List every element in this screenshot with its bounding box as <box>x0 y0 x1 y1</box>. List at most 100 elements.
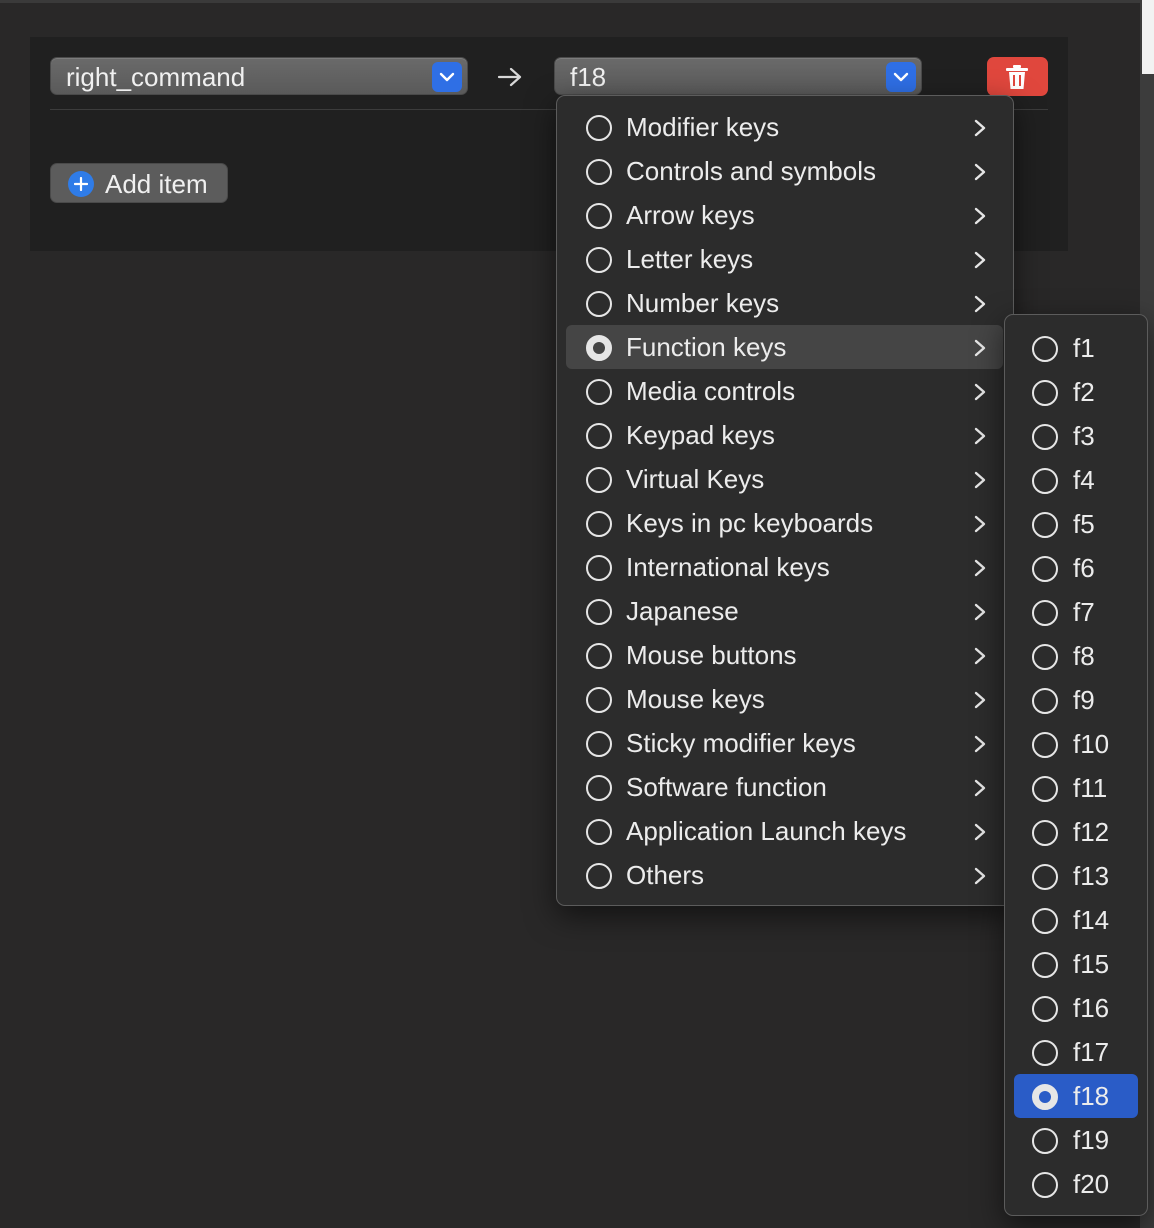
menu-item-letter-keys[interactable]: Letter keys <box>566 237 1003 281</box>
menu-item-mouse-keys[interactable]: Mouse keys <box>566 677 1003 721</box>
menu-item-modifier-keys[interactable]: Modifier keys <box>566 105 1003 149</box>
submenu-item-label: f19 <box>1073 1125 1110 1155</box>
chevron-right-icon <box>974 735 986 753</box>
radio-unchecked-icon <box>1032 996 1058 1022</box>
submenu-item-label: f7 <box>1073 597 1095 627</box>
submenu-item-f4[interactable]: f4 <box>1014 458 1138 502</box>
radio-unchecked-icon <box>586 775 612 801</box>
menu-item-media-controls[interactable]: Media controls <box>566 369 1003 413</box>
radio-unchecked-icon <box>1032 512 1058 538</box>
menu-item-japanese[interactable]: Japanese <box>566 589 1003 633</box>
chevron-right-icon <box>974 339 986 357</box>
submenu-item-label: f10 <box>1073 729 1110 759</box>
menu-item-label: Others <box>626 860 705 890</box>
from-key-value: right_command <box>66 62 246 92</box>
radio-unchecked-icon <box>1032 1040 1058 1066</box>
submenu-item-f15[interactable]: f15 <box>1014 942 1138 986</box>
submenu-item-f17[interactable]: f17 <box>1014 1030 1138 1074</box>
chevron-right-icon <box>974 427 986 445</box>
menu-item-function-keys[interactable]: Function keys <box>566 325 1003 369</box>
menu-item-mouse-buttons[interactable]: Mouse buttons <box>566 633 1003 677</box>
add-item-label: Add item <box>105 169 208 199</box>
menu-item-arrow-keys[interactable]: Arrow keys <box>566 193 1003 237</box>
submenu-item-label: f11 <box>1073 773 1108 803</box>
radio-unchecked-icon <box>586 159 612 185</box>
submenu-item-f11[interactable]: f11 <box>1014 766 1138 810</box>
chevron-right-icon <box>974 603 986 621</box>
submenu-item-label: f5 <box>1073 509 1095 539</box>
menu-item-label: Virtual Keys <box>626 464 765 494</box>
submenu-item-label: f9 <box>1073 685 1095 715</box>
chevron-right-icon <box>974 515 986 533</box>
function-keys-submenu: f1 f2 f3 f4 f5 f6 f7 f8 f9 f10 f11 f12 f13 f14 f15 f16 f… <box>1004 314 1148 1216</box>
radio-checked-icon <box>586 335 612 361</box>
chevron-down-icon <box>432 62 462 92</box>
submenu-item-label: f3 <box>1073 421 1095 451</box>
trash-icon <box>1006 65 1028 89</box>
submenu-item-f9[interactable]: f9 <box>1014 678 1138 722</box>
chevron-right-icon <box>974 471 986 489</box>
radio-unchecked-icon <box>1032 732 1058 758</box>
submenu-item-f3[interactable]: f3 <box>1014 414 1138 458</box>
chevron-right-icon <box>974 867 986 885</box>
submenu-item-f12[interactable]: f12 <box>1014 810 1138 854</box>
submenu-item-f18[interactable]: f18 <box>1014 1074 1138 1118</box>
delete-button[interactable] <box>987 57 1048 96</box>
submenu-item-f2[interactable]: f2 <box>1014 370 1138 414</box>
submenu-item-label: f2 <box>1073 377 1095 407</box>
radio-unchecked-icon <box>1032 1172 1058 1198</box>
menu-item-label: Modifier keys <box>626 112 780 142</box>
submenu-item-f8[interactable]: f8 <box>1014 634 1138 678</box>
submenu-item-f20[interactable]: f20 <box>1014 1162 1138 1206</box>
radio-unchecked-icon <box>586 247 612 273</box>
radio-unchecked-icon <box>586 511 612 537</box>
submenu-item-label: f17 <box>1073 1037 1110 1067</box>
menu-item-software-function[interactable]: Software function <box>566 765 1003 809</box>
submenu-item-f7[interactable]: f7 <box>1014 590 1138 634</box>
radio-unchecked-icon <box>586 203 612 229</box>
menu-item-international-keys[interactable]: International keys <box>566 545 1003 589</box>
submenu-item-f6[interactable]: f6 <box>1014 546 1138 590</box>
submenu-item-label: f20 <box>1073 1169 1110 1199</box>
from-key-popup[interactable]: right_command <box>50 57 468 95</box>
submenu-item-label: f12 <box>1073 817 1110 847</box>
category-menu: Modifier keys Controls and symbols Arrow k… <box>556 95 1014 906</box>
menu-item-label: Arrow keys <box>626 200 755 230</box>
radio-unchecked-icon <box>1032 688 1058 714</box>
plus-circle-icon <box>68 171 94 197</box>
radio-unchecked-icon <box>586 863 612 889</box>
radio-unchecked-icon <box>586 599 612 625</box>
submenu-item-f1[interactable]: f1 <box>1014 326 1138 370</box>
menu-item-keys-in-pc-keyboards[interactable]: Keys in pc keyboards <box>566 501 1003 545</box>
chevron-right-icon <box>974 647 986 665</box>
radio-unchecked-icon <box>1032 380 1058 406</box>
menu-item-virtual-keys[interactable]: Virtual Keys <box>566 457 1003 501</box>
submenu-item-f13[interactable]: f13 <box>1014 854 1138 898</box>
submenu-item-label: f1 <box>1073 333 1095 363</box>
chevron-right-icon <box>974 779 986 797</box>
submenu-item-f19[interactable]: f19 <box>1014 1118 1138 1162</box>
add-item-button[interactable]: Add item <box>50 163 228 203</box>
radio-checked-icon <box>1032 1084 1058 1110</box>
submenu-item-f10[interactable]: f10 <box>1014 722 1138 766</box>
menu-item-label: International keys <box>626 552 830 582</box>
menu-item-sticky-modifier-keys[interactable]: Sticky modifier keys <box>566 721 1003 765</box>
menu-item-keypad-keys[interactable]: Keypad keys <box>566 413 1003 457</box>
submenu-item-f5[interactable]: f5 <box>1014 502 1138 546</box>
menu-item-controls-and-symbols[interactable]: Controls and symbols <box>566 149 1003 193</box>
menu-item-others[interactable]: Others <box>566 853 1003 897</box>
radio-unchecked-icon <box>1032 820 1058 846</box>
menu-item-label: Keypad keys <box>626 420 775 450</box>
radio-unchecked-icon <box>1032 468 1058 494</box>
menu-item-label: Software function <box>626 772 827 802</box>
radio-unchecked-icon <box>1032 424 1058 450</box>
submenu-item-f16[interactable]: f16 <box>1014 986 1138 1030</box>
menu-item-number-keys[interactable]: Number keys <box>566 281 1003 325</box>
radio-unchecked-icon <box>1032 952 1058 978</box>
to-key-popup[interactable]: f18 <box>554 57 922 95</box>
submenu-item-f14[interactable]: f14 <box>1014 898 1138 942</box>
radio-unchecked-icon <box>1032 336 1058 362</box>
menu-item-label: Controls and symbols <box>626 156 876 186</box>
chevron-right-icon <box>974 691 986 709</box>
menu-item-application-launch-keys[interactable]: Application Launch keys <box>566 809 1003 853</box>
